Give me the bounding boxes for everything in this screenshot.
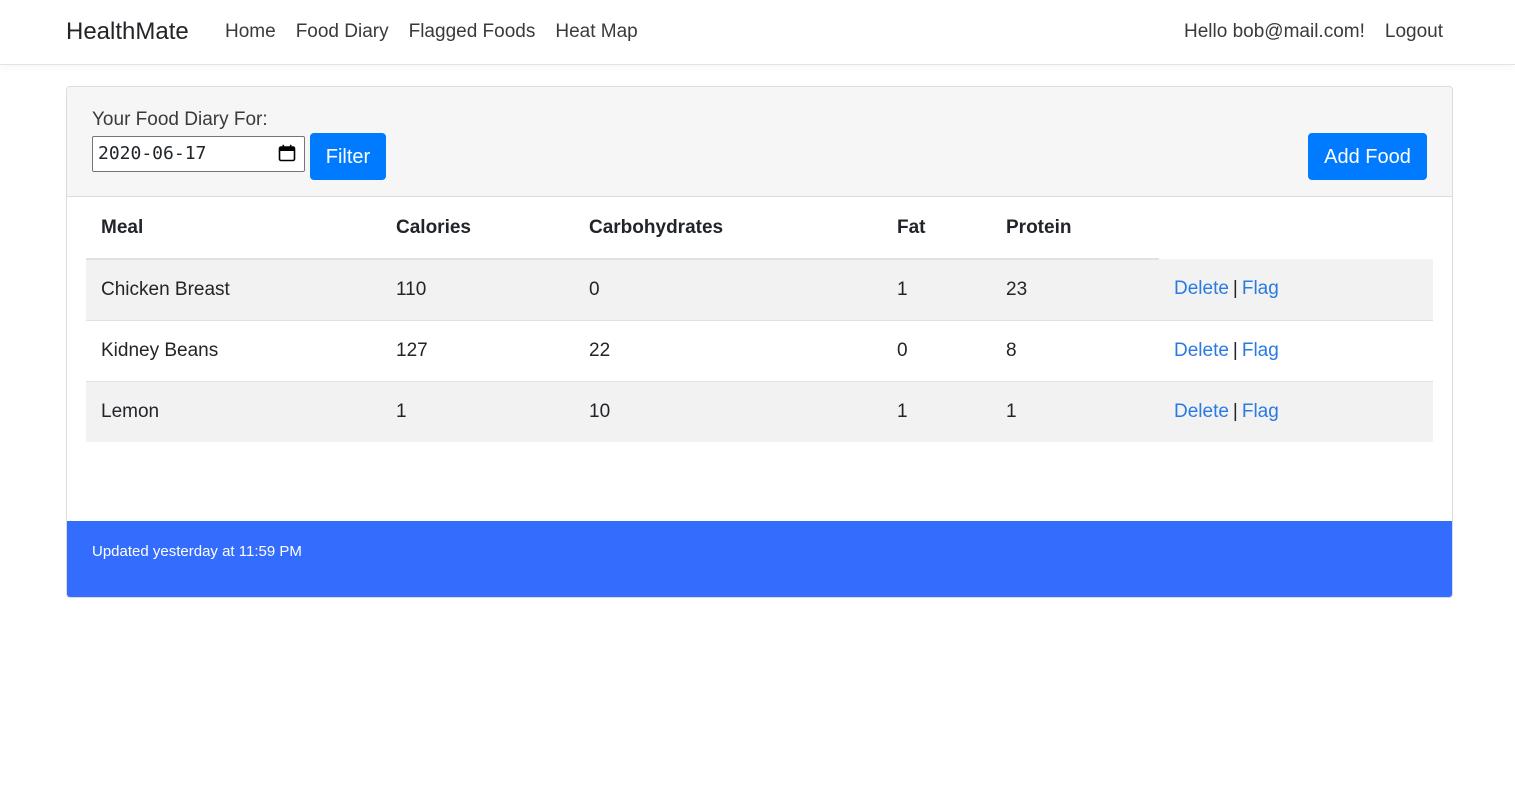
date-value: 2020-06-17	[98, 143, 207, 164]
flag-link[interactable]: Flag	[1242, 340, 1279, 361]
cell-carbohydrates: 22	[574, 319, 882, 381]
nav-links: Home Food Diary Flagged Foods Heat Map	[225, 20, 658, 44]
action-separator: |	[1232, 339, 1238, 361]
logout-link[interactable]: Logout	[1385, 20, 1443, 44]
cell-meal: Chicken Breast	[86, 259, 381, 320]
cell-actions: Delete | Flag	[1159, 380, 1433, 442]
cell-fat: 1	[882, 380, 991, 442]
user-greeting: Hello bob@mail.com!	[1184, 21, 1365, 42]
column-header-calories: Calories	[381, 197, 574, 260]
cell-calories: 110	[381, 259, 574, 320]
nav-link-home[interactable]: Home	[225, 20, 276, 44]
diary-date-label: Your Food Diary For:	[92, 109, 268, 130]
column-header-meal: Meal	[86, 197, 381, 260]
cell-meal: Kidney Beans	[86, 319, 381, 381]
last-updated-text: Updated yesterday at 11:59 PM	[92, 543, 302, 560]
flag-link[interactable]: Flag	[1242, 401, 1279, 422]
nav-link-heat-map[interactable]: Heat Map	[555, 20, 637, 44]
delete-link[interactable]: Delete	[1174, 340, 1229, 361]
brand-logo-text[interactable]: HealthMate	[66, 17, 189, 47]
date-picker-input[interactable]: 2020-06-17	[92, 136, 305, 172]
table-header-row: Meal Calories Carbohydrates Fat Protein	[86, 197, 1433, 260]
filter-button[interactable]: Filter	[310, 133, 386, 180]
action-separator: |	[1232, 400, 1238, 422]
cell-calories: 127	[381, 319, 574, 381]
column-header-protein: Protein	[991, 197, 1159, 260]
nav-link-food-diary[interactable]: Food Diary	[296, 20, 389, 44]
cell-protein: 1	[991, 380, 1159, 442]
table-row: Lemon 1 10 1 1 Delete | Flag	[86, 380, 1433, 442]
cell-fat: 0	[882, 319, 991, 381]
table-row: Chicken Breast 110 0 1 23 Delete | Flag	[86, 259, 1433, 320]
nav-user-area: Hello bob@mail.com! Logout	[1184, 20, 1443, 44]
cell-protein: 23	[991, 259, 1159, 320]
flag-link[interactable]: Flag	[1242, 278, 1279, 299]
column-header-actions	[1159, 197, 1433, 259]
column-header-carbohydrates: Carbohydrates	[574, 197, 882, 260]
food-diary-table: Meal Calories Carbohydrates Fat Protein …	[86, 197, 1433, 442]
cell-carbohydrates: 10	[574, 380, 882, 442]
cell-carbohydrates: 0	[574, 259, 882, 320]
nav-link-flagged-foods[interactable]: Flagged Foods	[409, 20, 536, 44]
food-diary-card: Your Food Diary For: 2020-06-17 Filter A…	[66, 86, 1453, 598]
column-header-fat: Fat	[882, 197, 991, 260]
cell-actions: Delete | Flag	[1159, 319, 1433, 381]
action-separator: |	[1232, 278, 1238, 300]
delete-link[interactable]: Delete	[1174, 401, 1229, 422]
cell-actions: Delete | Flag	[1159, 259, 1433, 320]
card-footer: Updated yesterday at 11:59 PM	[67, 521, 1452, 597]
calendar-icon[interactable]	[278, 144, 296, 162]
cell-calories: 1	[381, 380, 574, 442]
cell-fat: 1	[882, 259, 991, 320]
cell-meal: Lemon	[86, 380, 381, 442]
card-header: Your Food Diary For: 2020-06-17 Filter A…	[67, 87, 1452, 197]
cell-protein: 8	[991, 319, 1159, 381]
add-food-button[interactable]: Add Food	[1308, 133, 1427, 180]
table-row: Kidney Beans 127 22 0 8 Delete | Flag	[86, 319, 1433, 381]
delete-link[interactable]: Delete	[1174, 278, 1229, 299]
top-navbar: HealthMate Home Food Diary Flagged Foods…	[0, 0, 1515, 65]
